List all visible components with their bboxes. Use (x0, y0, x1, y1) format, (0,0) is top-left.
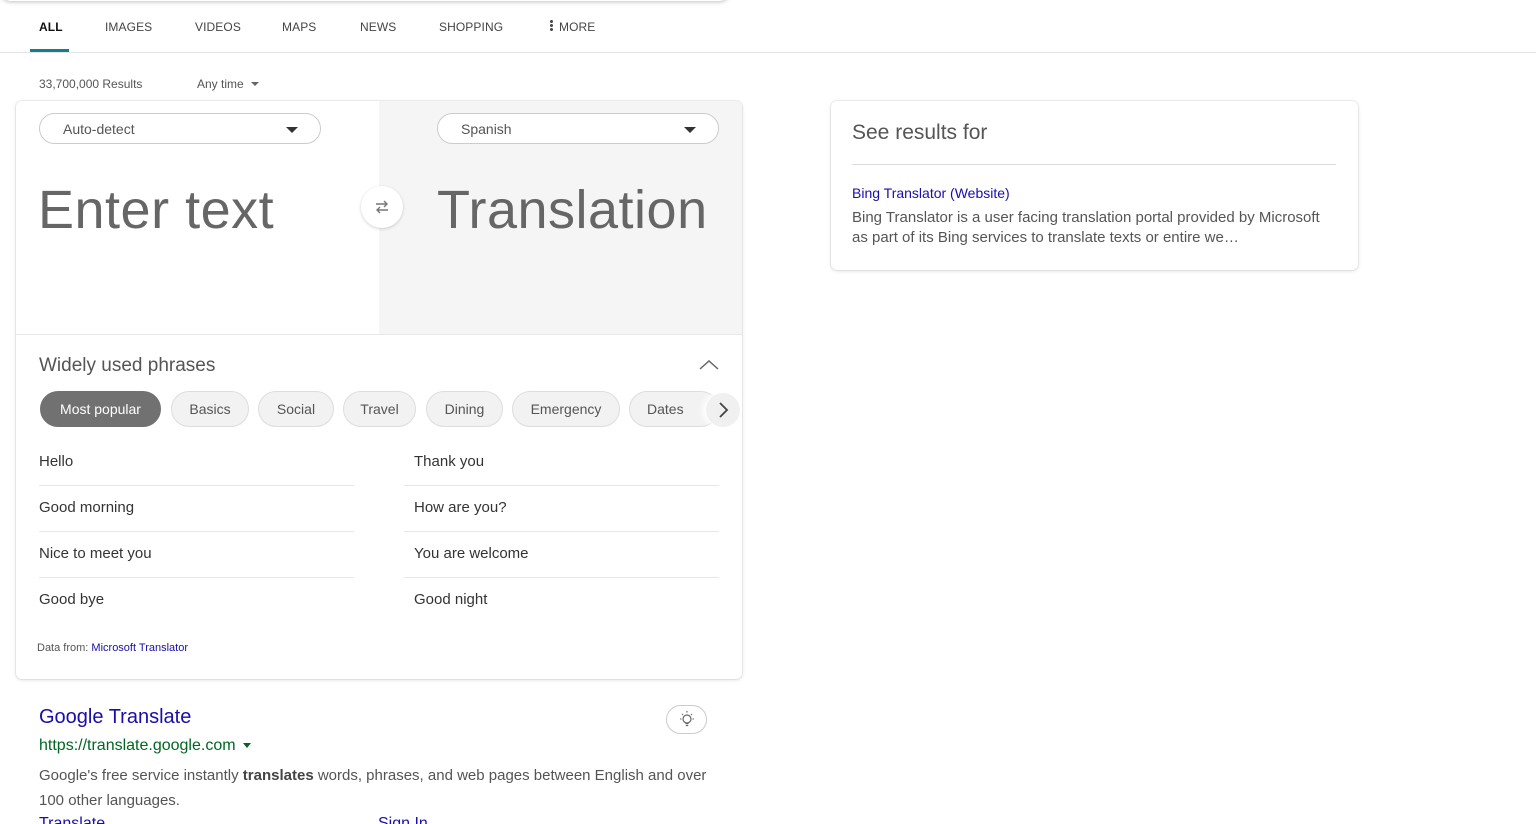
results-count: 33,700,000 Results (39, 77, 143, 91)
tab-shopping[interactable]: SHOPPING (439, 20, 503, 34)
result-url[interactable]: https://translate.google.com (39, 737, 251, 755)
phrase-item[interactable]: Hello (39, 440, 354, 486)
source-language-select[interactable]: Auto-detect (39, 113, 321, 144)
tab-more[interactable]: MORE (550, 20, 595, 34)
phrase-item[interactable]: Nice to meet you (39, 532, 354, 578)
insights-button[interactable] (666, 705, 707, 734)
chips-next-button[interactable] (706, 393, 740, 427)
tab-images[interactable]: IMAGES (105, 20, 152, 34)
data-attribution: Data from: Microsoft Translator (37, 642, 188, 654)
phrase-item[interactable]: Good night (404, 578, 719, 624)
category-chip-dining[interactable]: Dining (426, 391, 503, 427)
caret-down-icon (250, 82, 259, 86)
translator-card: Auto-detect Spanish Enter text Translati… (16, 101, 742, 679)
category-chip-basics[interactable]: Basics (171, 391, 249, 427)
caret-down-icon[interactable] (242, 743, 251, 748)
result-snippet: Google's free service instantly translat… (39, 763, 719, 813)
tab-videos[interactable]: VIDEOS (195, 20, 241, 34)
tab-all[interactable]: ALL (39, 20, 63, 34)
see-results-title: See results for (852, 121, 988, 144)
source-language-label: Auto-detect (63, 121, 135, 137)
microsoft-translator-link[interactable]: Microsoft Translator (91, 642, 188, 654)
phrase-item[interactable]: Good bye (39, 578, 354, 624)
phrase-item[interactable]: How are you? (404, 486, 719, 532)
result-title-link[interactable]: Google Translate (39, 706, 191, 729)
vertical-tabs: ALL IMAGES VIDEOS MAPS NEWS SHOPPING MOR… (0, 0, 1536, 53)
translation-output: Translation (437, 180, 708, 240)
tab-maps[interactable]: MAPS (282, 20, 316, 34)
tab-more-label: MORE (559, 20, 596, 34)
lightbulb-icon (679, 710, 694, 726)
see-results-card: See results for Bing Translator (Website… (831, 101, 1358, 270)
chevron-up-icon (699, 359, 719, 370)
tab-news[interactable]: NEWS (360, 20, 396, 34)
swap-arrows-icon (376, 200, 388, 214)
divider (16, 334, 742, 335)
snippet-text: Google's free service instantly (39, 767, 243, 784)
phrase-item[interactable]: Thank you (404, 440, 719, 486)
result-sublink[interactable]: Translate (39, 815, 105, 824)
swap-languages-button[interactable] (361, 186, 403, 228)
phrase-categories: Most popular Basics Social Travel Dining… (40, 391, 740, 427)
result-sublink[interactable]: Sign In (378, 815, 428, 824)
caret-down-icon (286, 127, 298, 133)
category-chip-emergency[interactable]: Emergency (512, 391, 620, 427)
chevron-right-icon (719, 402, 729, 418)
source-text-input[interactable]: Enter text (38, 179, 274, 241)
target-language-select[interactable]: Spanish (437, 113, 719, 144)
bing-translator-link[interactable]: Bing Translator (Website) (852, 185, 1010, 201)
phrase-item[interactable]: You are welcome (404, 532, 719, 578)
category-chip-most-popular[interactable]: Most popular (40, 391, 161, 427)
time-filter-label: Any time (197, 77, 244, 91)
caret-down-icon (684, 127, 696, 133)
phrases-title: Widely used phrases (39, 355, 216, 376)
active-tab-indicator (30, 49, 69, 52)
data-from-label: Data from: (37, 642, 89, 654)
category-chip-social[interactable]: Social (258, 391, 334, 427)
divider (852, 164, 1336, 165)
result-url-text: https://translate.google.com (39, 737, 236, 754)
see-results-description: Bing Translator is a user facing transla… (852, 209, 1320, 246)
target-language-label: Spanish (461, 121, 512, 137)
category-chip-travel[interactable]: Travel (343, 391, 416, 427)
collapse-button[interactable] (698, 357, 720, 373)
snippet-highlight: translates (242, 767, 314, 784)
vertical-dots-icon (550, 20, 553, 32)
phrase-item[interactable]: Good morning (39, 486, 354, 532)
time-filter-dropdown[interactable]: Any time (197, 77, 259, 91)
